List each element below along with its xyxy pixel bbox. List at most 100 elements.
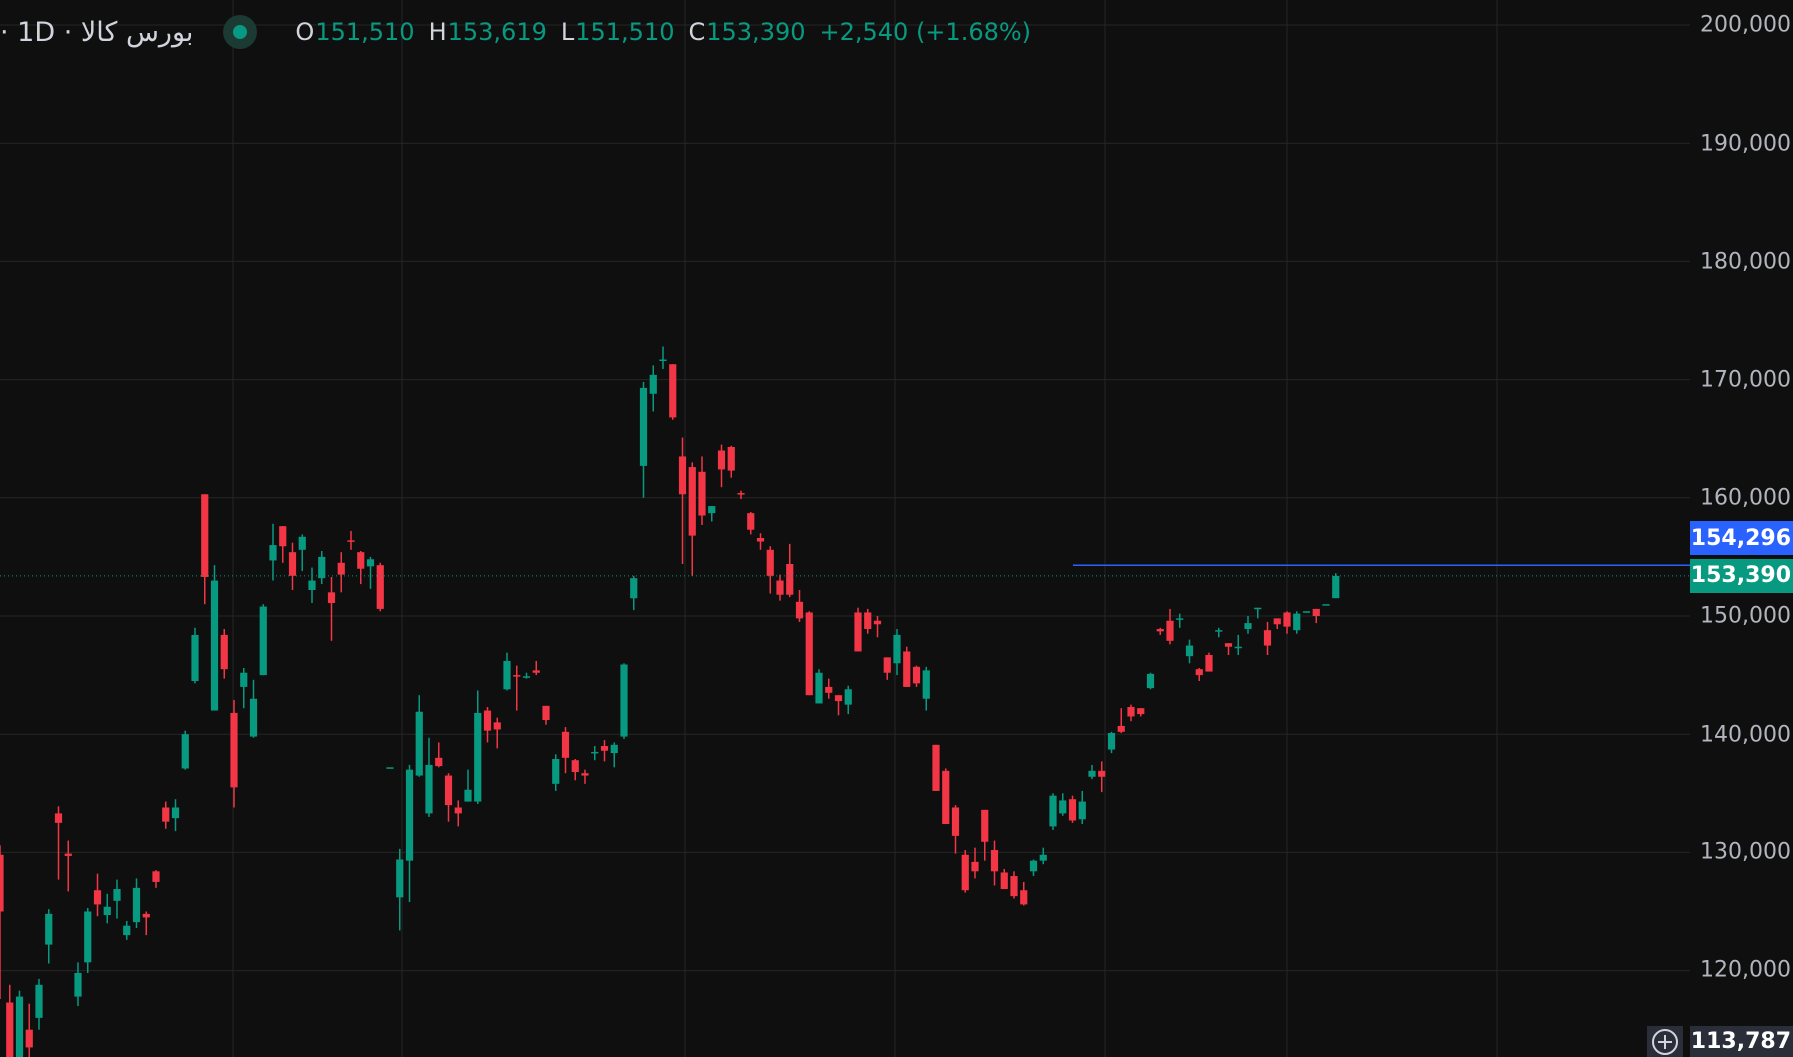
candle-down (6, 1002, 14, 1057)
candle-down (678, 456, 687, 495)
candle-down (795, 601, 804, 619)
candle-up (1234, 646, 1242, 649)
close-value: 153,390 (706, 18, 806, 46)
candle-up (1302, 611, 1311, 613)
candle-up (415, 711, 423, 776)
candle-down (376, 565, 384, 609)
candle-up (84, 911, 92, 963)
candle-down (1000, 872, 1008, 890)
candle-down (1205, 655, 1213, 672)
price-tick: 200,000 (1700, 12, 1791, 38)
candle-up (464, 789, 472, 802)
candle-up (1107, 733, 1116, 750)
price-tick: 150,000 (1700, 603, 1791, 629)
candle-down (532, 670, 540, 673)
candle-down (834, 695, 843, 702)
candle-down (571, 760, 579, 773)
candle-down (513, 675, 521, 677)
candle-up (308, 580, 316, 590)
candle-down (357, 552, 365, 569)
high-label: H (428, 18, 447, 46)
candle-up (1146, 673, 1155, 689)
candle-down (825, 686, 833, 693)
candle-up (74, 972, 82, 997)
candle-up (1244, 623, 1252, 630)
add-alert-plus-icon[interactable] (1647, 1026, 1683, 1057)
price-tick: 160,000 (1700, 485, 1791, 511)
candle-up (396, 859, 404, 898)
candle-down (230, 712, 238, 788)
horizontal-line-price-badge[interactable]: 154,296 (1690, 521, 1793, 556)
candle-down (873, 620, 882, 625)
price-tick: 180,000 (1700, 249, 1791, 275)
candle-down (493, 722, 501, 730)
candle-up (171, 807, 180, 819)
candle-up (1254, 607, 1262, 610)
candlestick-chart[interactable] (0, 0, 1793, 1057)
candle-down (542, 705, 550, 721)
candle-down (981, 809, 989, 842)
candle-down (883, 657, 891, 673)
candle-down (688, 467, 696, 536)
candle-up (552, 759, 560, 784)
candle-down (1020, 890, 1028, 905)
candle-up (815, 672, 823, 704)
candle-up (259, 606, 267, 676)
symbol-interval-label[interactable]: · 1D · بورس کالا (0, 17, 193, 48)
candle-down (1224, 643, 1233, 647)
candle-up (893, 634, 901, 664)
candle-up (45, 913, 53, 945)
low-label: L (560, 18, 575, 46)
candle-down (669, 364, 677, 418)
candle-up (366, 559, 375, 567)
candle-up (620, 664, 628, 737)
price-tick: 130,000 (1700, 839, 1791, 865)
candle-up (1185, 645, 1194, 657)
candle-up (844, 689, 852, 705)
candle-down (561, 731, 570, 758)
candle-up (15, 996, 24, 1057)
last-price-badge: 153,390 (1690, 558, 1793, 593)
candle-down (766, 549, 774, 576)
candle-up (191, 634, 199, 682)
candle-up (1332, 575, 1340, 599)
candle-down (162, 807, 170, 822)
candle-up (1039, 854, 1047, 861)
candle-down (25, 1029, 33, 1048)
candle-down (142, 913, 150, 918)
candle-down (786, 563, 794, 595)
candle-down (483, 710, 492, 731)
candle-down (756, 537, 765, 542)
candle-up (123, 925, 131, 936)
candle-down (961, 854, 969, 891)
candle-down (279, 526, 287, 547)
candle-down (854, 612, 862, 652)
candle-down (776, 580, 784, 595)
candle-up (1088, 770, 1096, 777)
candle-up (318, 556, 326, 579)
candle-down (727, 446, 735, 471)
candle-down (1127, 707, 1135, 717)
candle-down (1137, 708, 1145, 715)
candle-up (132, 887, 141, 923)
candle-up (35, 984, 43, 1018)
price-tick: 170,000 (1700, 367, 1791, 393)
open-label: O (295, 18, 315, 46)
candle-up (240, 672, 248, 687)
candle-down (942, 770, 950, 825)
candle-down (1068, 799, 1077, 821)
price-tick: 140,000 (1700, 722, 1791, 748)
candle-down (1010, 876, 1018, 897)
candle-down (220, 634, 228, 670)
candle-up (113, 889, 121, 901)
candle-down (747, 513, 755, 530)
candle-up (249, 698, 258, 737)
candle-up (708, 506, 716, 514)
candle-up (659, 359, 667, 362)
candle-down (737, 493, 745, 495)
candle-down (93, 890, 102, 905)
candle-up (1176, 618, 1184, 620)
candle-down (454, 807, 462, 814)
candle-down (717, 450, 726, 470)
candle-up (210, 580, 219, 711)
